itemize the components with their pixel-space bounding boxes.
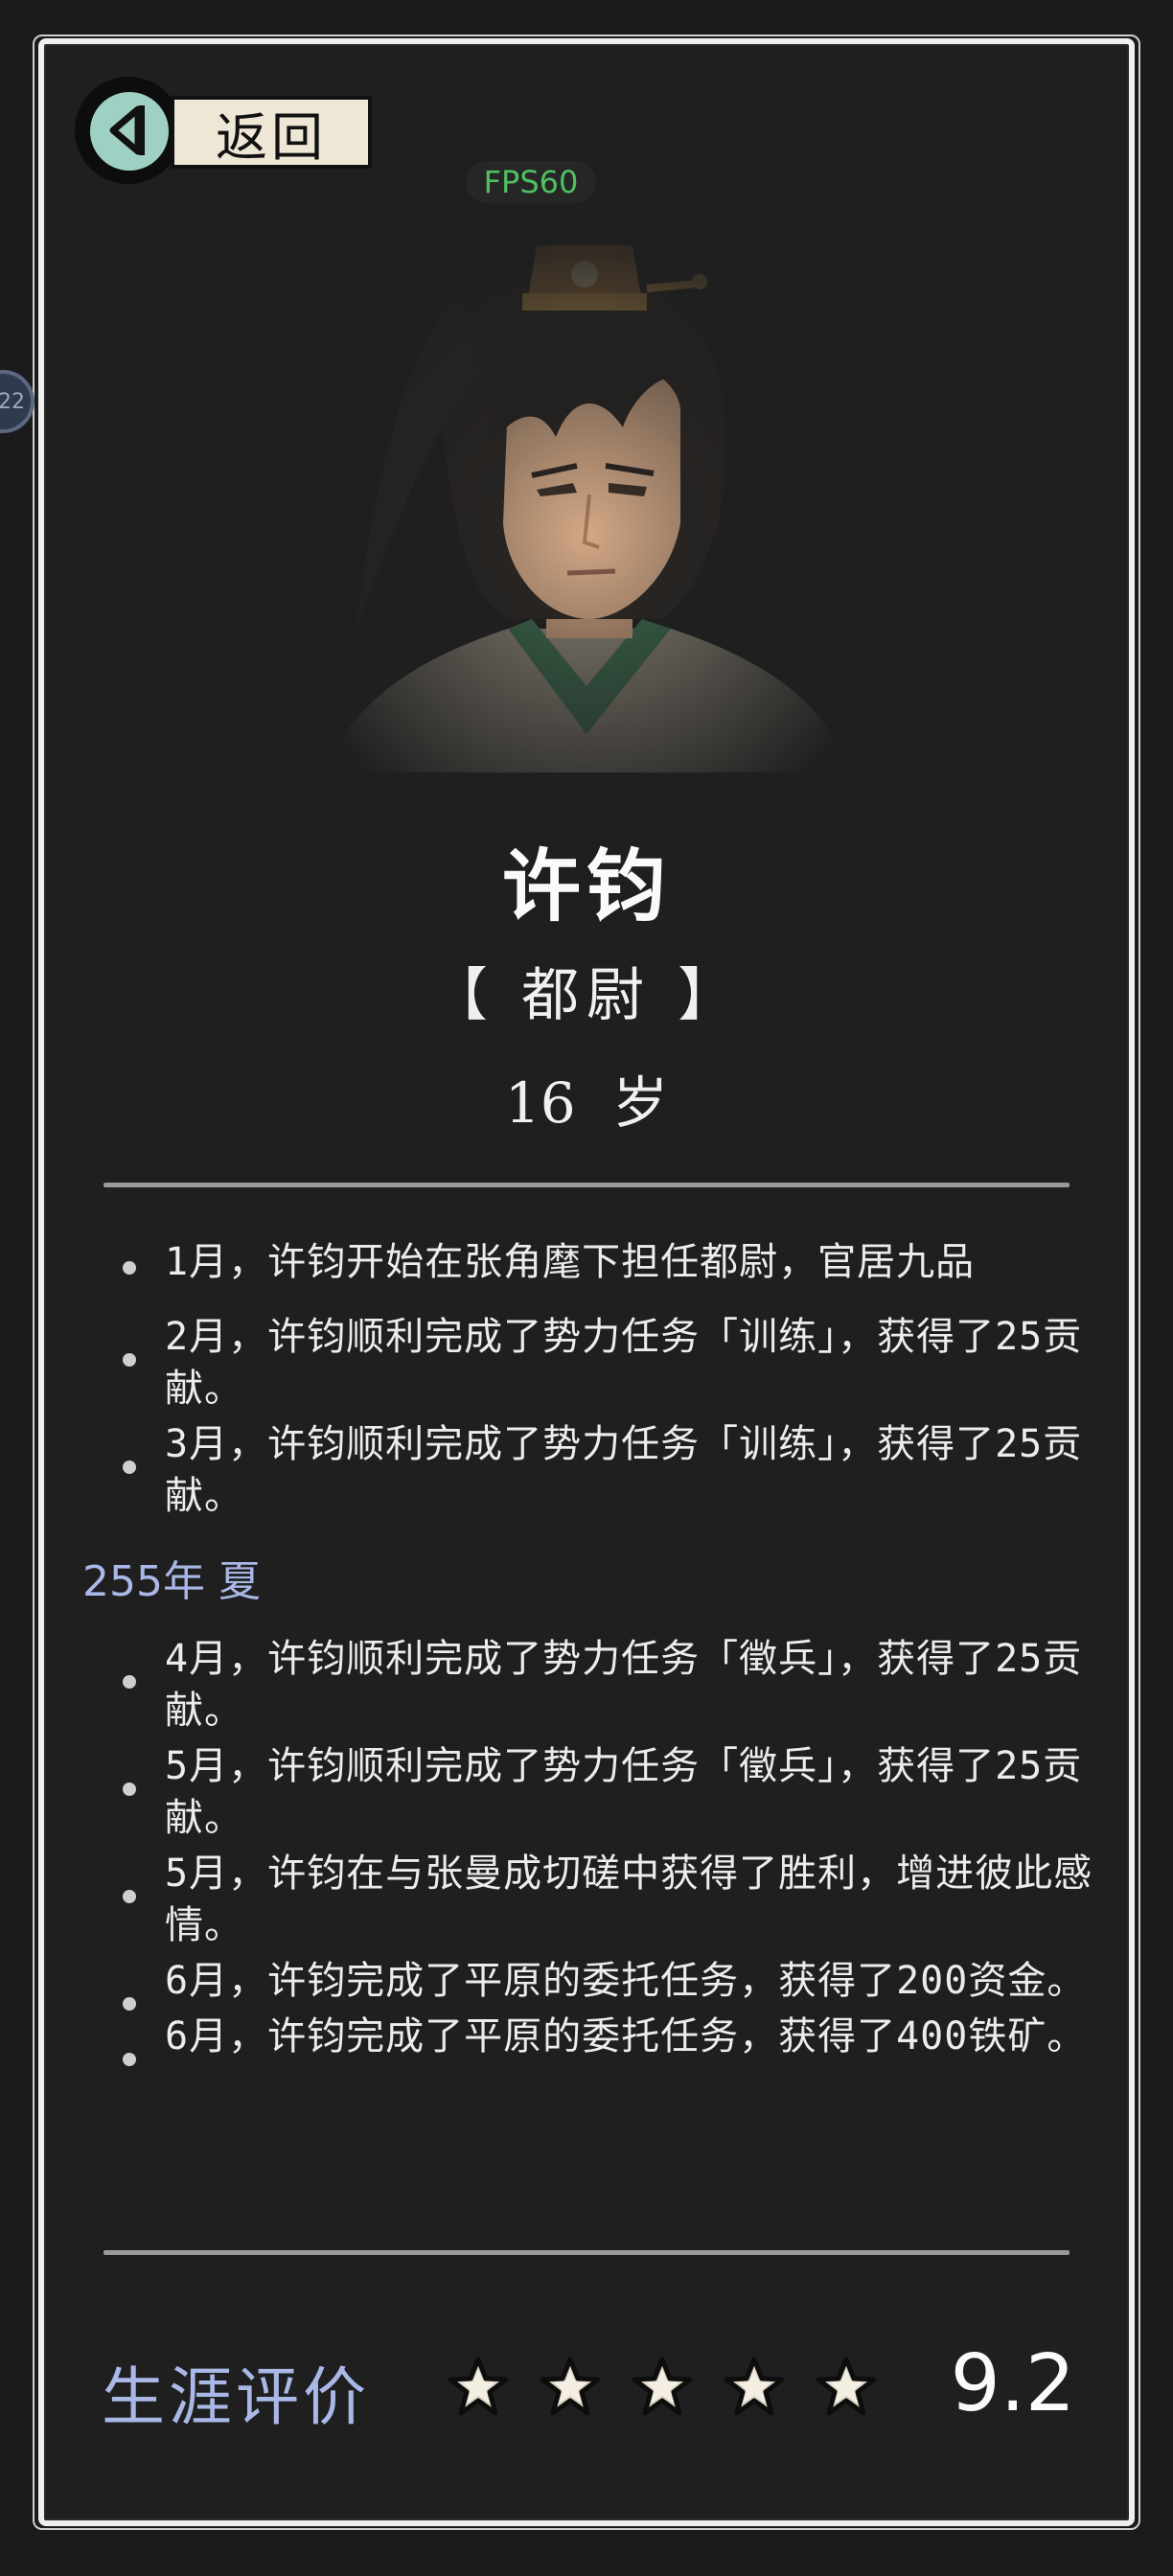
list-item: 6月，许钧完成了平原的委托任务，获得了400铁矿。 — [80, 2011, 1116, 2066]
bottom-divider — [104, 2250, 1070, 2255]
list-item: 5月，许钧在与张曼成切磋中获得了胜利，增进彼此感情。 — [80, 1848, 1116, 1951]
list-item: 4月，许钧顺利完成了势力任务「徵兵」，获得了25贡献。 — [80, 1633, 1116, 1736]
career-log-list[interactable]: 1月，许钧开始在张角麾下担任都尉，官居九品 2月，许钧顺利完成了势力任务「训练」… — [80, 1209, 1116, 2223]
character-age: 16 岁 — [504, 1070, 669, 1136]
character-portrait — [316, 236, 857, 778]
bullet-icon — [123, 2053, 136, 2066]
side-floating-badge[interactable]: 22 — [0, 370, 34, 433]
list-item-text: 5月，许钧在与张曼成切磋中获得了胜利，增进彼此感情。 — [165, 1852, 1093, 1947]
career-rating-label: 生涯评价 — [102, 2360, 370, 2434]
season-heading: 255年 夏 — [82, 1557, 261, 1606]
list-item-text: 6月，许钧完成了平原的委托任务，获得了400铁矿。 — [165, 2014, 1087, 2058]
list-item: 5月，许钧顺利完成了势力任务「徵兵」，获得了25贡献。 — [80, 1740, 1116, 1844]
list-item: 1月，许钧开始在张角麾下担任都尉，官居九品 — [80, 1236, 1116, 1288]
bullet-icon — [123, 1997, 136, 2011]
list-item-text: 4月，许钧顺利完成了势力任务「徵兵」，获得了25贡献。 — [165, 1637, 1083, 1733]
back-button[interactable]: 返回 — [75, 75, 372, 184]
list-item: 6月，许钧完成了平原的委托任务，获得了200资金。 — [80, 1955, 1116, 2011]
bullet-icon — [123, 1353, 136, 1367]
list-item-text: 6月，许钧完成了平原的委托任务，获得了200资金。 — [165, 1959, 1087, 2003]
list-item: 2月，许钧顺利完成了势力任务「训练」，获得了25贡献。 — [80, 1311, 1116, 1414]
character-name: 许钧 — [501, 840, 671, 932]
back-icon — [75, 77, 182, 184]
star-icon — [632, 2357, 693, 2416]
list-item-text: 1月，许钧开始在张角麾下担任都尉，官居九品 — [165, 1240, 976, 1284]
bullet-icon — [123, 1261, 136, 1275]
top-divider — [104, 1183, 1070, 1187]
fps-counter: FPS60 — [466, 161, 596, 203]
bullet-icon — [123, 1782, 136, 1796]
career-score: 9.2 — [950, 2338, 1075, 2429]
list-item: 3月，许钧顺利完成了势力任务「训练」，获得了25贡献。 — [80, 1418, 1116, 1522]
star-icon — [540, 2357, 601, 2416]
list-item-text: 2月，许钧顺利完成了势力任务「训练」，获得了25贡献。 — [165, 1315, 1083, 1411]
character-rank: 【 都尉 】 — [429, 962, 744, 1029]
list-item-text: 3月，许钧顺利完成了势力任务「训练」，获得了25贡献。 — [165, 1422, 1083, 1518]
bullet-icon — [123, 1460, 136, 1474]
back-label: 返回 — [171, 96, 372, 169]
star-icon — [724, 2357, 785, 2416]
bullet-icon — [123, 1675, 136, 1689]
star-icon — [448, 2357, 509, 2416]
bullet-icon — [123, 1890, 136, 1903]
career-stars — [447, 2356, 878, 2419]
list-item-text: 5月，许钧顺利完成了势力任务「徵兵」，获得了25贡献。 — [165, 1744, 1083, 1840]
star-icon — [816, 2357, 877, 2416]
